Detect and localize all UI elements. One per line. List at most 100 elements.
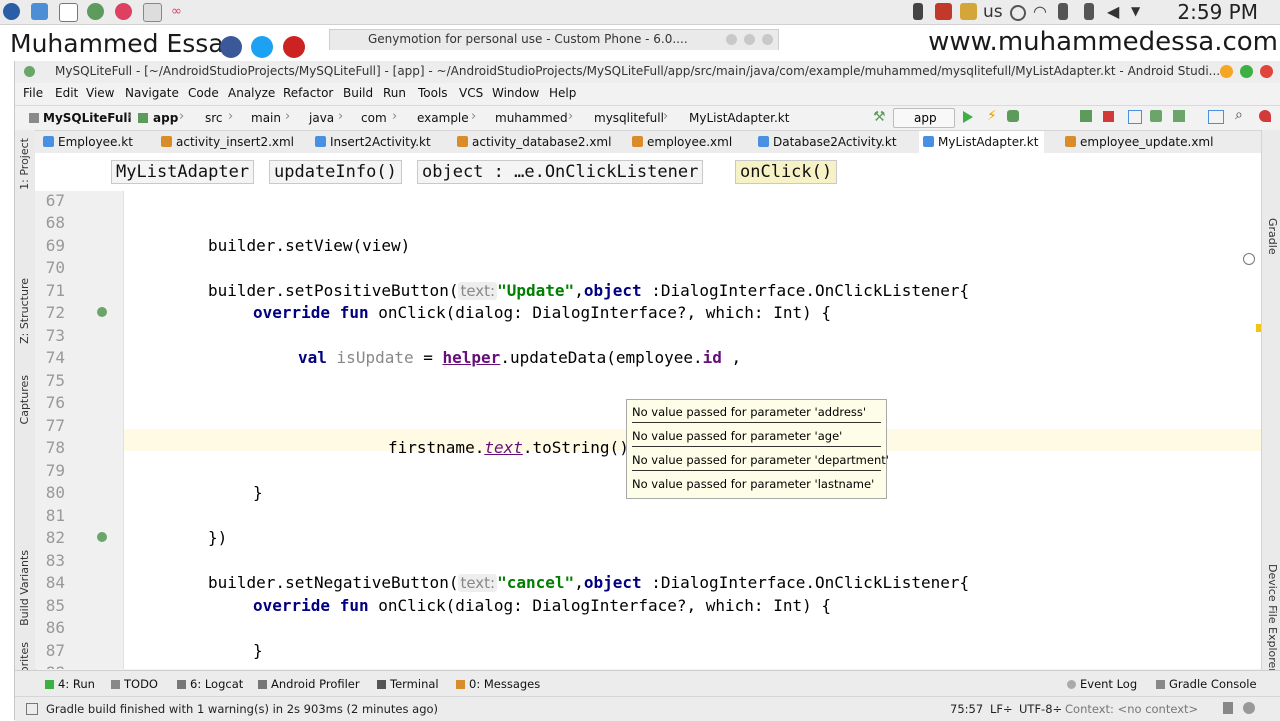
minimize-icon[interactable] [726,34,737,45]
search-icon[interactable]: ⌕ [1235,108,1243,122]
app-tray-icon[interactable] [935,3,952,20]
sync-icon[interactable] [1128,110,1142,124]
inspection-eye-icon[interactable] [1243,253,1255,265]
tab-employee-update-xml[interactable]: employee_update.xml [1065,131,1213,153]
crumb-mysqlitefull[interactable]: mysqlitefull [594,111,664,125]
crumb-muhammed[interactable]: muhammed [495,111,568,125]
title-bar[interactable]: MySQLiteFull - [~/AndroidStudioProjects/… [15,61,1280,83]
warning-stripe[interactable] [1256,324,1261,332]
tool-project[interactable]: 1: Project [18,138,31,190]
maximize-icon[interactable] [1240,65,1253,78]
cloud-icon[interactable] [1010,5,1026,21]
battery-icon[interactable] [1084,3,1094,20]
caret-position[interactable]: 75:57 [950,702,983,716]
file-encoding[interactable]: UTF-8÷ [1019,702,1062,716]
toggle-tool-windows-icon[interactable] [26,703,38,715]
android-studio-icon[interactable] [87,3,104,20]
sdk-manager-icon[interactable] [1173,110,1185,122]
crumb-main[interactable]: main [251,111,281,125]
tool-android-profiler[interactable]: Android Profiler [258,677,360,691]
wifi-icon[interactable]: ◠ [1033,3,1050,20]
keyboard-layout[interactable]: us [983,0,1003,24]
tab-employee-xml[interactable]: employee.xml [632,131,732,153]
menu-build[interactable]: Build [343,86,373,100]
path-onclick[interactable]: onClick() [735,160,838,184]
tool-todo[interactable]: TODO [111,677,158,691]
path-class[interactable]: MyListAdapter [111,160,255,184]
crumb-src[interactable]: src [205,111,223,125]
genymotion-icon[interactable] [115,3,132,20]
tab-activity-database2-xml[interactable]: activity_database2.xml [457,131,611,153]
tool-run[interactable]: 4: Run [45,677,95,691]
image-viewer-icon[interactable] [143,3,162,22]
context-indicator[interactable]: Context: <no context> [1065,702,1198,716]
tool-terminal[interactable]: Terminal [377,677,439,691]
debug-icon[interactable] [1007,110,1019,122]
crumb-com[interactable]: com [361,111,387,125]
status-message[interactable]: Gradle build finished with 1 warning(s) … [46,702,438,716]
genymotion-window-tab[interactable]: Genymotion for personal use - Custom Pho… [329,29,779,50]
apply-changes-icon[interactable]: ⚡ [987,109,997,123]
tab-insert2activity-kt[interactable]: Insert2Activity.kt [315,131,431,153]
tool-build-variants[interactable]: Build Variants [18,550,31,626]
menu-analyze[interactable]: Analyze [228,86,275,100]
window-icon[interactable] [59,3,78,22]
tool-gradle[interactable]: Gradle [1266,218,1279,255]
chevron-down-icon[interactable]: ▼ [1131,3,1148,20]
crumb-app[interactable]: app [153,111,178,125]
crumb-project[interactable]: MySQLiteFull [43,111,132,125]
folder-icon[interactable] [31,3,48,20]
tool-event-log[interactable]: Event Log [1067,677,1137,691]
tool-messages[interactable]: 0: Messages [456,677,540,691]
maximize-icon[interactable] [744,34,755,45]
menu-edit[interactable]: Edit [55,86,78,100]
close-icon[interactable] [1260,65,1273,78]
project-structure-icon[interactable] [1208,110,1224,124]
crumb-example[interactable]: example [417,111,469,125]
clipboard-icon[interactable] [1058,3,1068,20]
attach-debugger-icon[interactable] [1080,110,1092,122]
clock[interactable]: 2:59 PM [1177,0,1258,24]
tool-device-file-explorer[interactable]: Device File Explorer [1266,564,1279,673]
tab-database2activity-kt[interactable]: Database2Activity.kt [758,131,897,153]
close-icon[interactable] [762,34,773,45]
inspector-icon[interactable] [1243,702,1255,714]
package-icon[interactable] [960,3,977,20]
line-separator[interactable]: LF÷ [990,702,1013,716]
override-marker-icon[interactable] [97,307,107,317]
crumb-java[interactable]: java [309,111,334,125]
menu-view[interactable]: View [86,86,114,100]
tool-logcat[interactable]: 6: Logcat [177,677,243,691]
menu-navigate[interactable]: Navigate [125,86,179,100]
path-method[interactable]: updateInfo() [269,160,402,184]
tool-structure[interactable]: Z: Structure [18,278,31,344]
minimize-icon[interactable] [1220,65,1233,78]
override-marker-icon[interactable] [97,532,107,542]
volume-icon[interactable]: ◀ [1107,3,1124,20]
hammer-icon[interactable]: ⚒ [873,110,887,124]
event-log-icon[interactable] [1259,110,1271,122]
menu-run[interactable]: Run [383,86,406,100]
tool-gradle-console[interactable]: Gradle Console [1156,677,1257,691]
path-object[interactable]: object : …e.OnClickListener [417,160,704,184]
fedora-icon[interactable] [3,3,20,20]
tab-employee-kt[interactable]: Employee.kt [43,131,133,153]
tool-captures[interactable]: Captures [18,375,31,424]
menu-window[interactable]: Window [492,86,539,100]
menu-tools[interactable]: Tools [418,86,448,100]
stop-icon[interactable] [1103,111,1114,122]
menu-refactor[interactable]: Refactor [283,86,333,100]
menu-vcs[interactable]: VCS [459,86,483,100]
crumb-file[interactable]: MyListAdapter.kt [689,111,789,125]
lock-icon[interactable] [913,3,923,20]
menu-help[interactable]: Help [549,86,576,100]
avd-manager-icon[interactable] [1150,110,1162,122]
run-icon[interactable] [963,111,973,123]
run-config-select[interactable]: app [893,108,955,128]
tab-mylistadapter-kt[interactable]: MyListAdapter.kt [919,131,1045,155]
menu-code[interactable]: Code [188,86,219,100]
tab-activity-insert2-xml[interactable]: activity_insert2.xml [161,131,294,153]
lock-icon[interactable] [1223,702,1233,714]
genymotion-small-icon[interactable]: ∞ [171,3,188,20]
menu-file[interactable]: File [23,86,43,100]
